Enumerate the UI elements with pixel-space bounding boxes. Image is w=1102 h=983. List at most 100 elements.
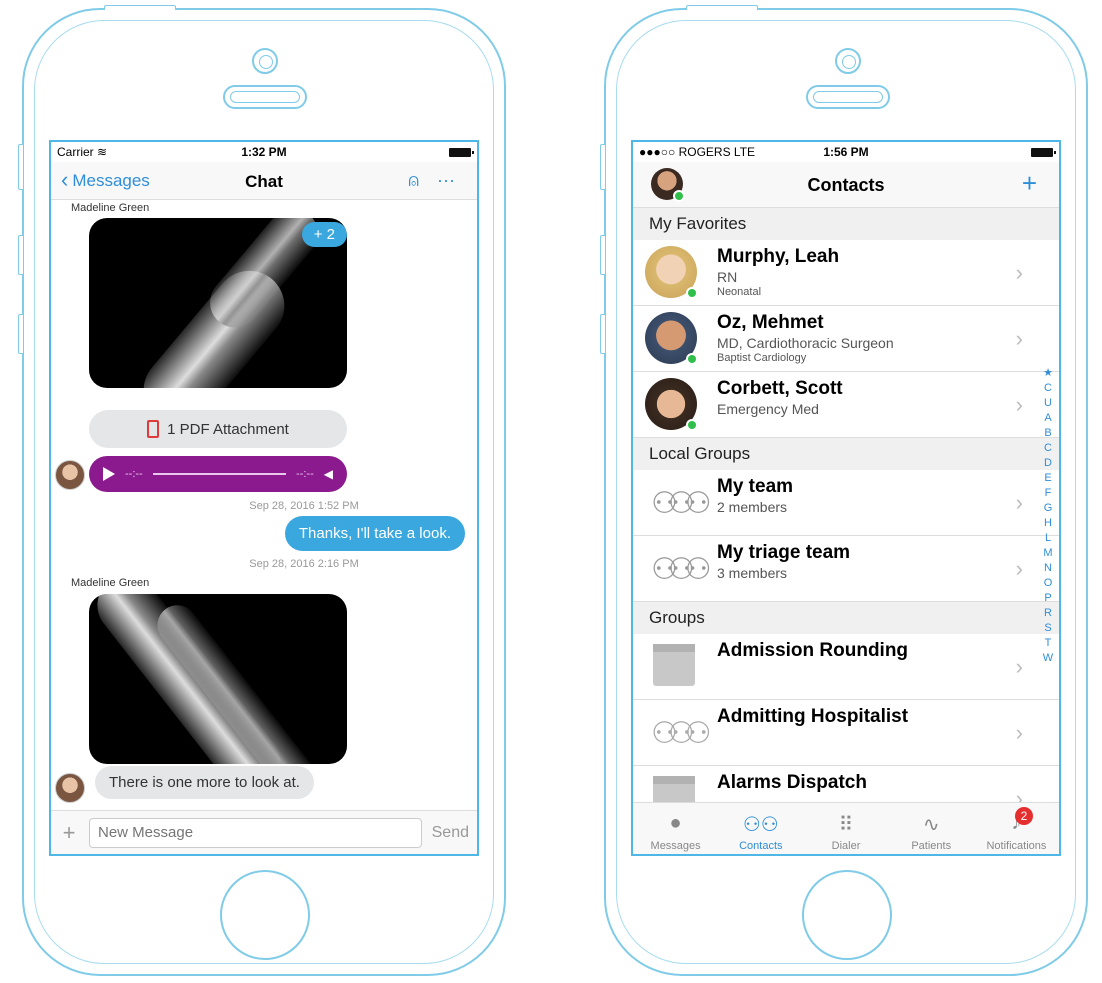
group-row[interactable]: Admission Rounding › <box>633 634 1059 700</box>
index-letter[interactable]: B <box>1041 426 1055 441</box>
incoming-message[interactable]: There is one more to look at. <box>95 766 314 799</box>
side-button <box>600 314 605 354</box>
tab-dialer[interactable]: ⠿ Dialer <box>803 803 888 854</box>
tab-messages[interactable]: ● Messages <box>633 803 718 854</box>
chevron-right-icon: › <box>1015 326 1023 351</box>
contact-row[interactable]: Corbett, Scott Emergency Med › <box>633 372 1059 438</box>
group-row[interactable]: ⚇⚇⚇ My team 2 members › <box>633 470 1059 536</box>
add-contact-button[interactable]: + <box>1022 168 1037 199</box>
tab-label: Patients <box>911 840 952 852</box>
index-letter[interactable]: C <box>1041 441 1055 456</box>
index-letter[interactable]: C <box>1041 381 1055 396</box>
group-row[interactable]: Alarms Dispatch › <box>633 766 1059 802</box>
chevron-right-icon: › <box>1015 392 1023 417</box>
index-letter[interactable]: P <box>1041 591 1055 606</box>
tab-label: Contacts <box>739 840 783 852</box>
index-letter[interactable]: M <box>1041 546 1055 561</box>
play-icon[interactable] <box>103 467 115 481</box>
group-row[interactable]: ⚇⚇⚇ My triage team 3 members › <box>633 536 1059 602</box>
earpiece-speaker <box>806 85 890 109</box>
send-button[interactable]: Send <box>432 824 469 842</box>
home-button[interactable] <box>220 870 310 960</box>
avatar <box>645 378 698 431</box>
audio-remaining: --:-- <box>296 468 314 480</box>
audio-elapsed: --:-- <box>125 468 143 480</box>
calendar-icon <box>653 776 695 802</box>
page-title: Contacts <box>807 175 885 195</box>
group-name: My team <box>717 476 794 497</box>
earpiece-speaker <box>223 85 307 109</box>
heartbeat-icon: ∿ <box>922 814 940 836</box>
index-letter[interactable]: O <box>1041 576 1055 591</box>
message-composer: + Send <box>51 810 477 854</box>
index-letter[interactable]: A <box>1041 411 1055 426</box>
home-button[interactable] <box>802 870 892 960</box>
online-status-icon <box>686 287 698 299</box>
contact-department: Neonatal <box>717 286 762 298</box>
xray-image-attachment[interactable] <box>89 594 347 764</box>
tab-contacts[interactable]: ⚇⚇ Contacts <box>718 803 803 854</box>
battery-icon <box>449 147 474 157</box>
calendar-icon <box>653 644 695 686</box>
group-icon: ⚇⚇⚇ <box>651 553 712 586</box>
audio-message[interactable]: --:-- --:-- ◀ <box>89 456 347 492</box>
group-row[interactable]: ⚇⚇⚇ Admitting Hospitalist › <box>633 700 1059 766</box>
battery-icon <box>1031 147 1056 157</box>
index-letter[interactable]: U <box>1041 396 1055 411</box>
contact-name: Oz, Mehmet <box>717 312 824 333</box>
index-letter[interactable]: H <box>1041 516 1055 531</box>
index-letter[interactable]: F <box>1041 486 1055 501</box>
index-letter[interactable]: G <box>1041 501 1055 516</box>
alphabet-index[interactable]: ★ C U A B C D E F G H L M N O P R S T W <box>1041 366 1055 666</box>
message-list[interactable]: Madeline Green + 2 1 PDF Attachment --:-… <box>51 200 477 810</box>
audio-scrubber[interactable] <box>152 473 287 475</box>
avatar <box>55 773 85 803</box>
front-camera <box>252 48 278 74</box>
section-header-local-groups: Local Groups <box>633 438 1059 470</box>
status-time: 1:32 PM <box>241 145 287 159</box>
index-letter[interactable]: D <box>1041 456 1055 471</box>
contacts-list[interactable]: My Favorites Murphy, Leah RN Neonatal › … <box>633 208 1059 802</box>
phone-frame-right: ●●●○○ ROGERS LTE 1:56 PM Contacts + My F… <box>600 5 1088 976</box>
group-members: 3 members <box>717 565 788 581</box>
pdf-attachment[interactable]: 1 PDF Attachment <box>89 410 347 448</box>
timestamp: Sep 28, 2016 2:16 PM <box>249 558 359 570</box>
add-attachment-icon[interactable]: + <box>59 820 79 846</box>
outgoing-message[interactable]: Thanks, I'll take a look. <box>284 516 465 551</box>
more-options-icon[interactable]: ··· <box>437 170 455 191</box>
xray-image-attachment[interactable]: + 2 <box>89 218 347 388</box>
message-input[interactable] <box>89 817 422 848</box>
contact-row[interactable]: Murphy, Leah RN Neonatal › <box>633 240 1059 306</box>
tab-notifications[interactable]: ♪ 2 Notifications <box>974 803 1059 854</box>
volume-icon[interactable]: ◀ <box>324 467 333 481</box>
phone-frame-left: Carrier ≋ 1:32 PM ‹ Messages Chat ⍝ ··· … <box>18 5 506 976</box>
index-letter[interactable]: ★ <box>1041 366 1055 381</box>
keypad-icon: ⠿ <box>838 814 854 836</box>
pdf-label: 1 PDF Attachment <box>167 420 289 438</box>
tab-label: Dialer <box>831 840 861 852</box>
side-button <box>600 235 605 275</box>
index-letter[interactable]: R <box>1041 606 1055 621</box>
contact-row[interactable]: Oz, Mehmet MD, Cardiothoracic Surgeon Ba… <box>633 306 1059 372</box>
side-button <box>18 235 23 275</box>
contact-name: Corbett, Scott <box>717 378 843 399</box>
index-letter[interactable]: S <box>1041 621 1055 636</box>
chevron-right-icon: › <box>1015 260 1023 285</box>
index-letter[interactable]: W <box>1041 651 1055 666</box>
index-letter[interactable]: L <box>1041 531 1055 546</box>
chevron-right-icon: › <box>1015 720 1023 745</box>
contact-role: RN <box>717 269 738 285</box>
status-bar: Carrier ≋ 1:32 PM <box>51 142 477 162</box>
index-letter[interactable]: T <box>1041 636 1055 651</box>
contacts-screen: ●●●○○ ROGERS LTE 1:56 PM Contacts + My F… <box>631 140 1061 856</box>
tab-patients[interactable]: ∿ Patients <box>889 803 974 854</box>
more-images-badge[interactable]: + 2 <box>301 222 347 247</box>
group-name: Admitting Hospitalist <box>717 706 909 727</box>
contacts-navbar: Contacts + <box>633 162 1059 208</box>
index-letter[interactable]: E <box>1041 471 1055 486</box>
avatar <box>645 312 698 365</box>
index-letter[interactable]: N <box>1041 561 1055 576</box>
tab-label: Messages <box>650 840 701 852</box>
group-icon: ⚇⚇⚇ <box>651 487 712 520</box>
contact-icon[interactable]: ⍝ <box>408 170 419 191</box>
